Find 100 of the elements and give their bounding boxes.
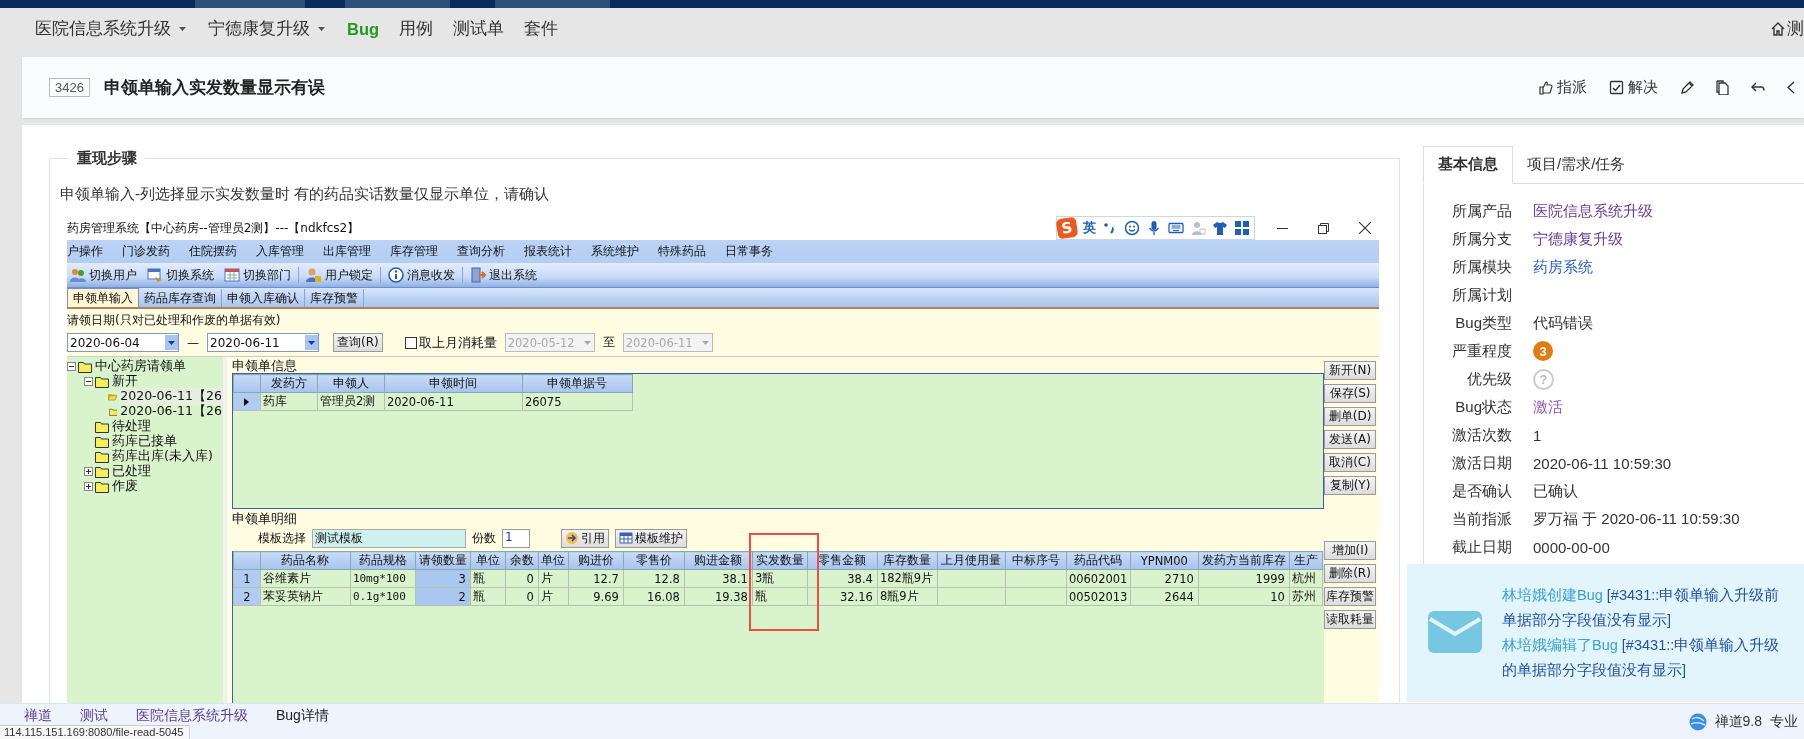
close-icon[interactable] <box>1359 222 1371 234</box>
assign-button[interactable]: 指派 <box>1538 78 1587 97</box>
expand-icon[interactable] <box>84 482 93 491</box>
tab[interactable]: 申领入库确认 <box>222 289 305 307</box>
field-link[interactable]: 药房系统 <box>1533 257 1804 277</box>
tree-item[interactable]: 待处理 <box>111 418 152 435</box>
side-button[interactable]: 复制(Y) <box>1324 476 1377 495</box>
panel-tab[interactable]: 项目/需求/任务 <box>1513 147 1640 183</box>
consumption-checkbox[interactable]: 取上月消耗量 <box>404 333 497 352</box>
column-header[interactable]: 药品代码 <box>1066 551 1131 570</box>
expand-icon[interactable] <box>84 467 93 476</box>
side-button[interactable]: 删除(R) <box>1324 564 1377 583</box>
breadcrumb-link[interactable]: 禅道 <box>24 707 52 725</box>
column-header[interactable]: 零售价 <box>623 551 685 570</box>
tree-item[interactable]: 新开 <box>111 373 139 390</box>
keyboard-icon[interactable] <box>1168 220 1184 236</box>
side-button[interactable]: 发送(A) <box>1324 430 1377 449</box>
collapse-icon[interactable] <box>84 377 93 386</box>
side-button[interactable]: 删单(D) <box>1324 407 1377 426</box>
column-header[interactable]: 申领人 <box>317 374 385 393</box>
tree-item[interactable]: 药库出库(未入库) <box>111 448 214 465</box>
toolbar-button[interactable]: 切换用户 <box>67 266 140 284</box>
field-link[interactable]: 宁德康复升级 <box>1533 229 1804 249</box>
shirt-icon[interactable] <box>1212 220 1228 236</box>
side-button[interactable]: 库存预警 <box>1324 587 1377 606</box>
side-button[interactable]: 取消(C) <box>1324 453 1377 472</box>
column-header[interactable]: 发药方 <box>260 374 318 393</box>
copy-icon[interactable] <box>1715 80 1730 95</box>
query-button[interactable]: 查询(R) <box>333 333 383 352</box>
menu-item[interactable]: 户操作 <box>67 243 103 260</box>
toolbar-button[interactable]: 切换系统 <box>144 266 217 284</box>
restore-icon[interactable] <box>1318 222 1329 234</box>
toolbar-button[interactable]: 切换部门 <box>221 266 294 284</box>
column-header[interactable]: 发药方当前库存 <box>1198 551 1290 570</box>
toolbar-button[interactable]: 退出系统 <box>467 266 540 284</box>
template-field[interactable]: 测试模板 <box>311 528 466 548</box>
column-header[interactable]: 中标序号 <box>1005 551 1067 570</box>
column-header[interactable]: 单位 <box>470 551 506 570</box>
date-combo[interactable]: 2020-06-11 <box>207 333 319 352</box>
column-header[interactable]: 申领单据号 <box>522 374 633 393</box>
panel-tab[interactable]: 基本信息 <box>1423 146 1513 184</box>
tab[interactable]: 药品库存查询 <box>139 289 222 307</box>
menu-item[interactable]: 住院摆药 <box>189 243 237 260</box>
collapse-icon[interactable] <box>67 362 76 371</box>
smiley-icon[interactable] <box>1124 220 1140 236</box>
tab[interactable]: 申领单输入 <box>67 288 139 307</box>
column-header[interactable]: 实发数量 <box>752 551 808 570</box>
menu-item[interactable]: 入库管理 <box>256 243 304 260</box>
side-button[interactable]: 新开(N) <box>1324 361 1377 380</box>
tree-item[interactable]: 2020-06-11【26 <box>119 403 223 420</box>
side-button[interactable]: 读取耗量 <box>1324 610 1377 629</box>
column-header[interactable]: 购进价 <box>568 551 624 570</box>
resolve-button[interactable]: 解决 <box>1609 78 1658 97</box>
column-header[interactable]: 余数 <box>505 551 539 570</box>
ime-mode[interactable]: 英 <box>1083 219 1096 237</box>
grid-icon[interactable] <box>1234 220 1250 236</box>
nav-dropdown[interactable]: 医院信息系统升级 <box>35 18 186 40</box>
nav-link[interactable]: 测试单 <box>453 18 505 40</box>
apply-button[interactable]: 引用 <box>560 528 609 548</box>
tree-item[interactable]: 药库已接单 <box>111 433 178 450</box>
menu-item[interactable]: 系统维护 <box>591 243 639 260</box>
breadcrumb-link[interactable]: 医院信息系统升级 <box>136 707 248 725</box>
column-header[interactable]: YPNM00 <box>1130 551 1199 570</box>
tree-item[interactable]: 中心药房请领单 <box>94 358 187 375</box>
toolbar-button[interactable]: 消息收发 <box>385 266 458 284</box>
tree-item[interactable]: 作废 <box>111 478 139 495</box>
version-link[interactable]: 禅道9.8 <box>1714 712 1762 731</box>
microphone-icon[interactable] <box>1146 220 1162 236</box>
date-combo[interactable]: 2020-06-04 <box>67 333 179 352</box>
column-header[interactable]: 生产 <box>1289 551 1323 570</box>
menu-item[interactable]: 查询分析 <box>457 243 505 260</box>
column-header[interactable]: 请领数量 <box>415 551 471 570</box>
tree-item[interactable]: 已处理 <box>111 463 152 480</box>
breadcrumb-link[interactable]: 测试 <box>80 707 108 725</box>
field-link[interactable]: 医院信息系统升级 <box>1533 201 1804 221</box>
tree-item[interactable]: 2020-06-11【26 <box>119 388 223 405</box>
nav-link[interactable]: 用例 <box>399 18 434 40</box>
copies-field[interactable]: 1 <box>501 528 530 548</box>
side-button[interactable]: 保存(S) <box>1324 384 1377 403</box>
tab[interactable]: 库存预警 <box>305 289 364 307</box>
menu-item[interactable]: 出库管理 <box>323 243 371 260</box>
side-button[interactable]: 增加(I) <box>1324 541 1377 560</box>
toolbar-button[interactable]: 用户锁定 <box>303 266 376 284</box>
template-button[interactable]: 模板维护 <box>614 528 687 548</box>
menu-item[interactable]: 日常事务 <box>725 243 773 260</box>
menu-item[interactable]: 特殊药品 <box>658 243 706 260</box>
menu-item[interactable]: 门诊发药 <box>122 243 170 260</box>
column-header[interactable]: 购进金额 <box>684 551 753 570</box>
home-link[interactable]: 测 <box>1771 18 1804 40</box>
edit-icon[interactable] <box>1680 80 1695 95</box>
nav-dropdown[interactable]: 宁德康复升级 <box>208 18 325 40</box>
column-header[interactable]: 上月使用量 <box>937 551 1006 570</box>
column-header[interactable]: 零售金额 <box>807 551 878 570</box>
column-header[interactable]: 申领时间 <box>384 374 523 393</box>
column-header[interactable]: 库存数量 <box>877 551 938 570</box>
nav-link[interactable]: 套件 <box>524 18 559 40</box>
column-header[interactable]: 单位 <box>538 551 569 570</box>
column-header[interactable]: 药品名称 <box>260 551 351 570</box>
menu-item[interactable]: 报表统计 <box>524 243 572 260</box>
column-header[interactable]: 药品规格 <box>350 551 416 570</box>
